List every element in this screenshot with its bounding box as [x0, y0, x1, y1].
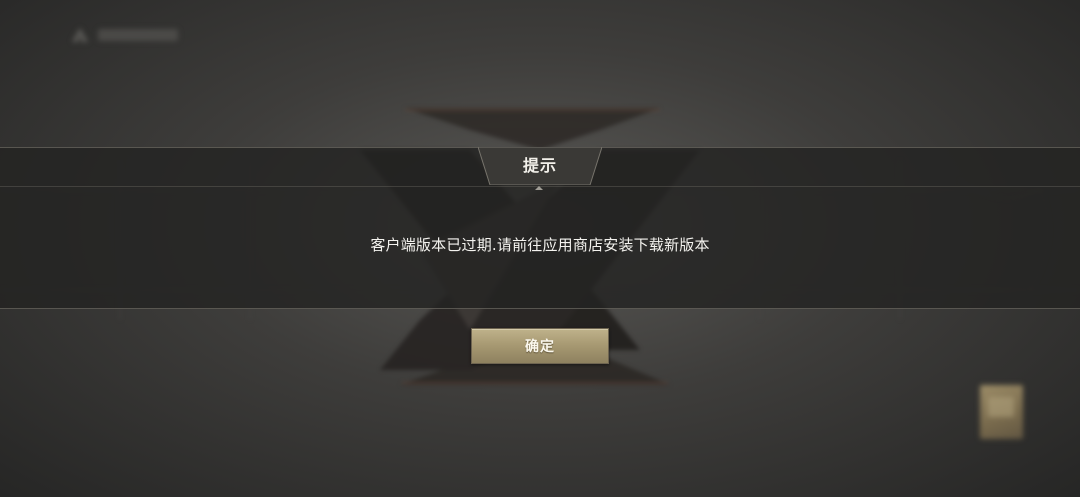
top-label-blur-text: [98, 29, 178, 41]
chevron-up-icon: [535, 186, 543, 190]
dialog-title-tab: 提示: [478, 147, 602, 185]
background-top-label: [70, 22, 178, 48]
card-thumbnail: [980, 385, 1023, 439]
game-screen: 提示 客户端版本已过期.请前往应用商店安装下载新版本 确定: [0, 0, 1080, 497]
dialog-title: 提示: [522, 156, 557, 175]
dialog-panel: 提示 客户端版本已过期.请前往应用商店安装下载新版本: [0, 147, 1080, 309]
confirm-button-label: 确定: [525, 339, 555, 355]
tent-icon: [72, 28, 88, 42]
dialog-message: 客户端版本已过期.请前往应用商店安装下载新版本: [370, 236, 710, 254]
confirm-button[interactable]: 确定: [471, 328, 609, 364]
